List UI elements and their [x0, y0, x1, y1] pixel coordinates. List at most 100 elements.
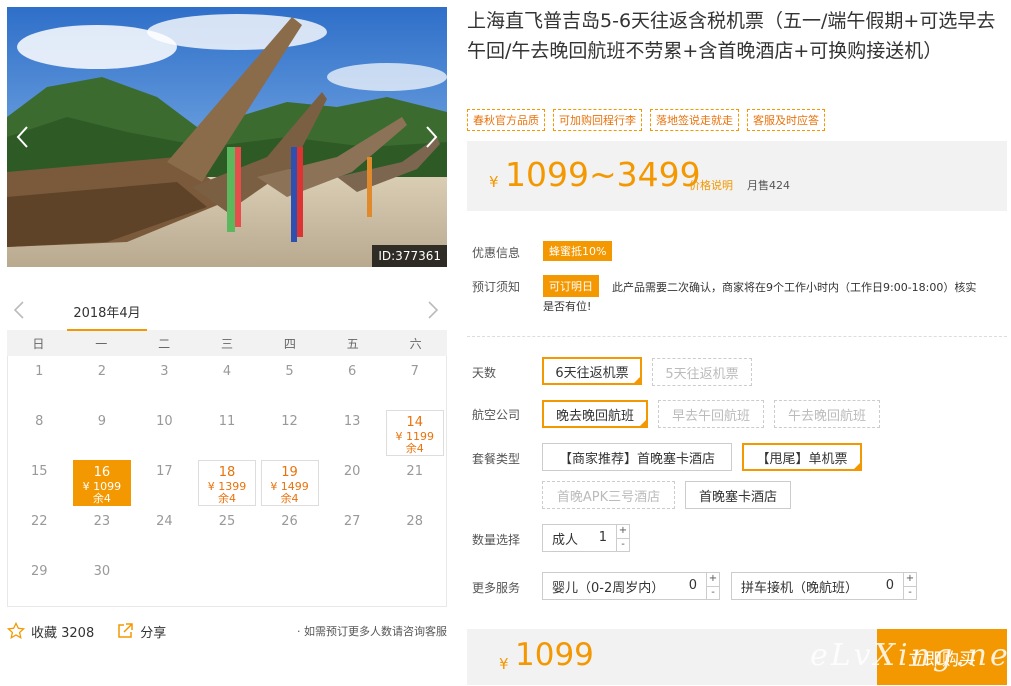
calendar-cell: 2 [71, 356, 134, 406]
calendar-cell: 17 [133, 456, 196, 506]
calendar-day: 13 [323, 410, 381, 456]
infant-minus-button[interactable]: - [707, 587, 719, 600]
price-currency: ¥ [489, 173, 499, 191]
calendar-day-available[interactable]: 14 ¥ 1199 余4 [385, 410, 444, 456]
calendar-cell: 20 [321, 456, 384, 506]
day-number: 22 [31, 514, 48, 529]
product-tag: 春秋官方品质 [467, 109, 545, 131]
monthly-sales: 月售424 [747, 179, 790, 192]
calendar-day: 7 [386, 360, 444, 406]
adult-quantity-stepper[interactable]: 成人 1 + - [542, 524, 630, 552]
day-remaining: 余4 [217, 492, 236, 505]
calendar-day: 3 [135, 360, 193, 406]
option-ticket-only[interactable]: 【甩尾】单机票 [742, 443, 862, 471]
share-label: 分享 [140, 625, 167, 641]
calendar-cell: 5 [258, 356, 321, 406]
calendar-day: 4 [198, 360, 256, 406]
calendar-cell: 22 [8, 506, 71, 556]
option-noon-flight[interactable]: 午去晚回航班 [774, 400, 880, 428]
calendar-day: 8 [10, 410, 68, 456]
price-explain-link[interactable]: 价格说明 [689, 177, 733, 193]
star-icon [7, 622, 25, 640]
transfer-minus-button[interactable]: - [904, 587, 916, 600]
infant-plus-button[interactable]: + [707, 573, 719, 587]
transfer-plus-button[interactable]: + [904, 573, 916, 587]
option-late-flight[interactable]: 晚去晚回航班 [542, 400, 648, 428]
left-footer: 收藏 3208 分享 · 如需预订更多人数请咨询客服 [7, 620, 447, 642]
product-title: 上海直飞普吉岛5-6天往返含税机票（五一/端午假期+可选早去午回/午去晚回航班不… [467, 10, 996, 62]
days-label: 天数 [472, 366, 497, 380]
weekday-header: 二 [158, 336, 171, 351]
day-number: 19 [281, 465, 298, 480]
more-services-label: 更多服务 [472, 581, 521, 595]
day-number: 24 [156, 514, 173, 529]
day-remaining: 余4 [405, 442, 424, 455]
discount-label: 优惠信息 [472, 246, 521, 260]
day-number: 1 [35, 364, 44, 379]
day-number: 25 [218, 514, 236, 529]
price-box: ¥ 1099~3499 价格说明 月售424 [467, 141, 1007, 211]
transfer-quantity-stepper[interactable]: 拼车接机（晚航班） 0 + - [731, 572, 917, 600]
adult-quantity-value: 1 [598, 530, 607, 545]
calendar-cell: 23 [71, 506, 134, 556]
chevron-left-icon [16, 126, 28, 148]
option-6-day-ticket[interactable]: 6天往返机票 [542, 357, 642, 385]
favorite-button[interactable]: 收藏 3208 [7, 622, 94, 641]
notice-text: 此产品需要二次确认，商家将在9个工作小时内（工作日9:00-18:00）核实 [612, 281, 977, 294]
adult-minus-button[interactable]: - [617, 539, 629, 552]
airline-label: 航空公司 [472, 408, 521, 422]
day-number: 12 [281, 414, 298, 429]
day-number: 8 [35, 414, 44, 429]
option-apk-hotel[interactable]: 首晚APK三号酒店 [542, 481, 675, 509]
weekday-header: 五 [346, 336, 359, 351]
calendar-cell: 21 [383, 456, 446, 506]
chevron-left-icon [13, 301, 24, 319]
calendar-month-label: 2018年4月 [67, 302, 147, 331]
transfer-label: 拼车接机（晚航班） [741, 580, 859, 596]
day-number: 15 [31, 464, 48, 479]
chevron-right-icon [426, 126, 438, 148]
calendar-day: 6 [323, 360, 381, 406]
hero-next-button[interactable] [425, 125, 439, 153]
calendar-next-month-button[interactable] [427, 300, 439, 326]
calendar-cell: 10 [133, 406, 196, 456]
calendar-day: 21 [386, 460, 444, 506]
infant-quantity-stepper[interactable]: 婴儿（0-2周岁内） 0 + - [542, 572, 720, 600]
weekday-header: 一 [95, 336, 108, 351]
calendar-day: 29 [10, 560, 68, 606]
share-button[interactable]: 分享 [116, 622, 166, 641]
day-number: 7 [410, 364, 419, 379]
calendar-cell: 29 [8, 556, 71, 606]
calendar-cell: 9 [71, 406, 134, 456]
option-early-flight[interactable]: 早去午回航班 [658, 400, 764, 428]
calendar-day: 12 [261, 410, 319, 456]
day-number: 29 [31, 564, 48, 579]
weekday-header: 日 [32, 336, 45, 351]
notice-badge: 可订明日 [543, 275, 599, 297]
calendar-cell: 3 [133, 356, 196, 406]
calendar-day: 27 [323, 510, 381, 556]
calendar-day-available[interactable]: 18 ¥ 1399 余4 [197, 460, 256, 506]
day-remaining: 余4 [280, 492, 299, 505]
calendar-cell: 13 [321, 406, 384, 456]
option-seka-hotel[interactable]: 首晚塞卡酒店 [685, 481, 791, 509]
favorite-count-label: 收藏 3208 [31, 625, 95, 641]
calendar-cell: 14 ¥ 1199 余4 [383, 406, 446, 456]
calendar-cell: 8 [8, 406, 71, 456]
day-number: 11 [218, 414, 236, 429]
product-tags: 春秋官方品质 可加购回程行李 落地签说走就走 客服及时应答 [467, 109, 825, 131]
day-number: 30 [93, 564, 111, 579]
buy-now-button[interactable]: 立即购买 [877, 629, 1007, 685]
day-number: 16 [93, 465, 111, 480]
weekday-header: 六 [409, 336, 422, 351]
adult-plus-button[interactable]: + [617, 525, 629, 539]
calendar-day-available[interactable]: 19 ¥ 1499 余4 [260, 460, 319, 506]
calendar-day: 15 [10, 460, 68, 506]
option-5-day-ticket[interactable]: 5天往返机票 [652, 358, 752, 386]
calendar-cell: 27 [321, 506, 384, 556]
hero-prev-button[interactable] [15, 125, 29, 153]
discount-badge: 蜂蜜抵10% [543, 241, 613, 261]
calendar-day-available[interactable]: 16 ¥ 1099 余4 [72, 460, 131, 506]
option-seka-hotel-recommended[interactable]: 【商家推荐】首晚塞卡酒店 [542, 443, 732, 471]
calendar-prev-month-button[interactable] [13, 300, 25, 326]
